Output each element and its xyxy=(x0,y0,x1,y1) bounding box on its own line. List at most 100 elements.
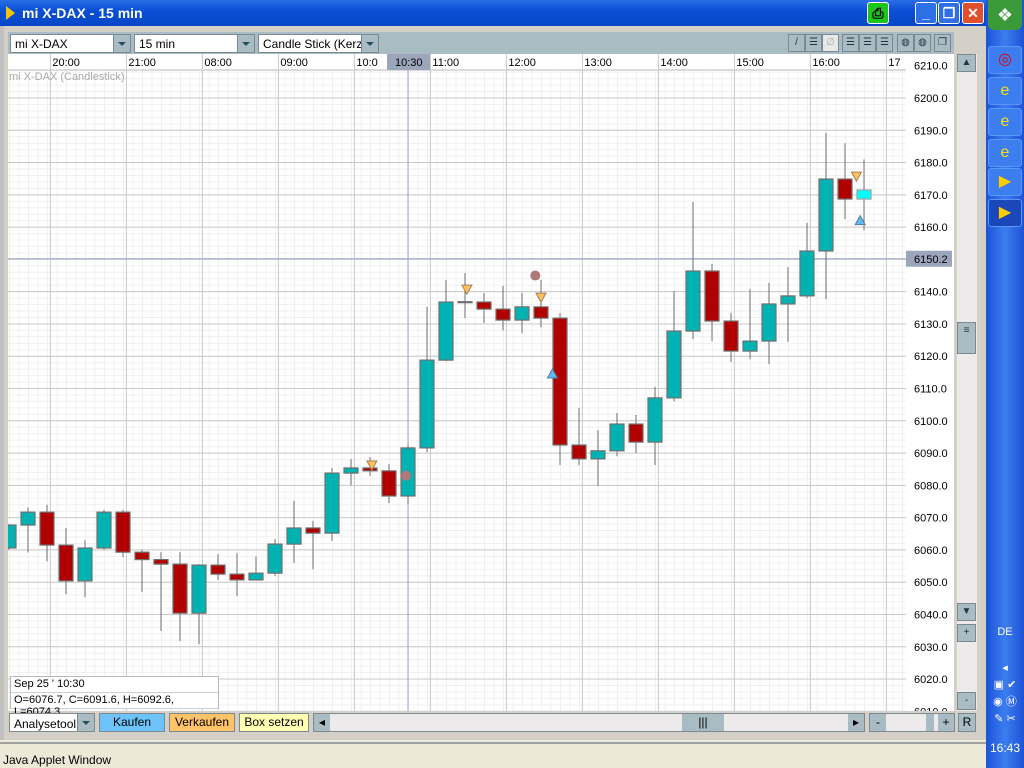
candle xyxy=(58,544,74,582)
start-button[interactable]: ❖ xyxy=(988,0,1022,30)
time-label: 10:0 xyxy=(356,57,377,69)
delete-drawing-icon[interactable]: ∅ xyxy=(822,34,839,52)
hscroll-thumb[interactable]: ||| xyxy=(682,714,724,731)
horizontal-lines-icon[interactable]: ☰ xyxy=(805,34,822,52)
price-label: 6210.0 xyxy=(914,61,948,73)
minimize-button[interactable]: _ xyxy=(915,2,937,24)
candle xyxy=(457,301,473,304)
interval-value: 15 min xyxy=(139,37,176,51)
time-label: 11:00 xyxy=(432,57,459,69)
sell-button[interactable]: Verkaufen xyxy=(169,713,235,732)
clock: 16:43 xyxy=(989,741,1021,755)
candle xyxy=(476,301,492,310)
scroll-thumb[interactable]: ≡ xyxy=(957,322,976,354)
zoom-minus-button[interactable]: - xyxy=(957,692,976,710)
candle xyxy=(552,317,568,446)
scroll-down-icon[interactable]: ▼ xyxy=(957,603,976,621)
grid-style-3-icon[interactable]: ☰ xyxy=(876,34,893,52)
zoom-thumb[interactable] xyxy=(926,714,934,731)
time-label: 17 xyxy=(888,57,900,69)
instrument-select[interactable]: mi X-DAX xyxy=(10,34,131,53)
window-title: mi X-DAX - 15 min xyxy=(22,5,143,21)
java-task-2[interactable]: ▶ xyxy=(988,199,1022,227)
tray-icons[interactable]: ◂ ▣ ✔ ◉ Ⓜ ✎ ✂ xyxy=(986,660,1024,730)
price-label: 6130.0 xyxy=(914,319,948,331)
zoom-in-icon[interactable]: ◍ xyxy=(897,34,914,52)
time-label: 16:00 xyxy=(812,57,840,69)
horizontal-scrollbar[interactable]: ◂ ||| ▸ xyxy=(313,713,865,732)
candle xyxy=(419,359,435,449)
sell-signal-icon xyxy=(535,292,547,304)
price-label: 6010.0 xyxy=(914,706,948,711)
chevron-down-icon[interactable] xyxy=(113,35,130,52)
time-label: 20:00 xyxy=(52,57,80,69)
candle xyxy=(533,306,549,319)
chevron-down-icon[interactable] xyxy=(237,35,254,52)
box-set-button[interactable]: Box setzen xyxy=(239,713,309,732)
candle xyxy=(39,511,55,546)
candle xyxy=(210,564,226,575)
detach-window-icon[interactable]: ❐ xyxy=(934,34,951,52)
chevron-down-icon[interactable] xyxy=(361,35,378,52)
chevron-down-icon[interactable] xyxy=(77,714,94,731)
candle xyxy=(115,511,131,553)
price-label: 6040.0 xyxy=(914,609,948,621)
print-button[interactable]: ⎙ xyxy=(867,2,889,24)
java-task-1[interactable]: ▶ xyxy=(988,168,1022,196)
time-label: 12:00 xyxy=(508,57,536,69)
price-label: 6190.0 xyxy=(914,125,948,137)
chart-type-select[interactable]: Candle Stick (Kerzen xyxy=(258,34,379,53)
scroll-right-icon[interactable]: ▸ xyxy=(848,714,864,731)
interval-select[interactable]: 15 min xyxy=(134,34,255,53)
time-label: 21:00 xyxy=(128,57,156,69)
ie-task-1[interactable]: e xyxy=(988,77,1022,105)
ie-task-3[interactable]: e xyxy=(988,139,1022,167)
grid-style-2-icon[interactable]: ☰ xyxy=(859,34,876,52)
reset-button[interactable]: R xyxy=(958,713,976,732)
cursor-price-label: 6150.2 xyxy=(914,254,948,266)
vertical-scrollbar[interactable]: ▲ ≡ ▼ + - xyxy=(957,54,977,711)
zoom-out-button[interactable]: - xyxy=(870,714,886,731)
zoom-slider[interactable]: - + xyxy=(869,713,955,732)
close-button[interactable]: ✕ xyxy=(962,2,984,24)
candle xyxy=(381,470,397,497)
candle xyxy=(267,543,283,574)
grid-style-1-icon[interactable]: ☰ xyxy=(842,34,859,52)
analysis-tool-select[interactable]: Analysetool xyxy=(9,713,95,732)
candle xyxy=(343,467,359,474)
sell-signal-icon xyxy=(461,284,473,296)
zoom-plus-button[interactable]: + xyxy=(957,624,976,642)
scroll-left-icon[interactable]: ◂ xyxy=(314,714,330,731)
opera-task[interactable]: ◎ xyxy=(988,46,1022,74)
language-indicator[interactable]: DE xyxy=(986,626,1024,638)
candle xyxy=(96,511,112,549)
candle xyxy=(856,189,872,200)
restore-button[interactable]: ❐ xyxy=(938,2,960,24)
candle xyxy=(780,295,796,305)
scroll-up-icon[interactable]: ▲ xyxy=(957,54,976,72)
price-chart[interactable]: 6210.0 6200.0 6190.0 6180.0 6170.0 6160.0 6150… xyxy=(0,54,954,718)
info-ohlc: O=6076.7, C=6091.6, H=6092.6, L=6074.3 xyxy=(11,693,218,718)
price-label: 6120.0 xyxy=(914,351,948,363)
candle xyxy=(609,423,625,452)
candle xyxy=(837,178,853,200)
info-date: Sep 25 ' 10:30 xyxy=(11,677,218,693)
candle xyxy=(305,527,321,534)
zoom-out-icon[interactable]: ◍ xyxy=(914,34,931,52)
candle xyxy=(153,559,169,565)
zoom-in-button[interactable]: + xyxy=(938,714,954,731)
draw-line-icon[interactable]: / xyxy=(788,34,805,52)
bottom-bar: Analysetool Kaufen Verkaufen Box setzen … xyxy=(8,712,978,734)
candle xyxy=(495,308,511,321)
price-label: 6180.0 xyxy=(914,158,948,170)
candle xyxy=(799,250,815,297)
ie-task-2[interactable]: e xyxy=(988,108,1022,136)
candle xyxy=(248,572,264,581)
chart-toolbar: mi X-DAX 15 min Candle Stick (Kerzen / ☰… xyxy=(8,32,954,54)
buy-button[interactable]: Kaufen xyxy=(99,713,165,732)
candle xyxy=(1,524,17,549)
time-label: 08:00 xyxy=(204,57,232,69)
candlestick-chart[interactable]: 6210.0 6200.0 6190.0 6180.0 6170.0 6160.0 6150… xyxy=(0,54,954,718)
sell-signal-icon xyxy=(850,171,863,183)
candle xyxy=(514,306,530,321)
